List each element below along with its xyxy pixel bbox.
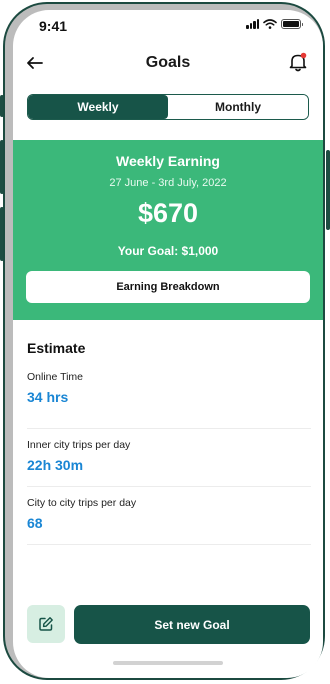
signal-icon [246,19,259,29]
earning-breakdown-button[interactable]: Earning Breakdown [26,271,310,303]
estimate-value: 68 [27,515,43,531]
earning-banner: Weekly Earning 27 June - 3rd July, 2022 … [13,140,323,320]
wifi-icon [263,19,277,29]
edit-icon [39,617,53,631]
phone-frame: 9:41 Goals Weekly Monthly Weekly Earning… [3,2,325,680]
estimate-title: Estimate [27,340,86,356]
app-screen: 9:41 Goals Weekly Monthly Weekly Earning… [13,10,323,678]
estimate-label: Inner city trips per day [27,439,131,451]
set-new-goal-button[interactable]: Set new Goal [74,605,310,644]
estimate-label: City to city trips per day [27,497,137,509]
earning-title: Weekly Earning [115,153,220,169]
period-segmented-control: Weekly Monthly [27,94,309,120]
tab-monthly[interactable]: Monthly [168,95,308,119]
status-bar: 9:41 [13,10,323,42]
estimate-label: Online Time [27,371,84,383]
earning-amount: $670 [137,198,199,228]
estimate-value: 34 hrs [27,389,69,405]
estimate-section: Estimate Online Time 34 hrs Inner city t… [27,340,311,545]
estimate-row-online-time: Online Time 34 hrs [27,371,311,429]
estimate-row-city-to-city: City to city trips per day 68 [27,487,311,545]
bell-icon [289,52,307,72]
earning-date-range: 27 June - 3rd July, 2022 [109,177,227,189]
phone-side-button [326,150,330,230]
footer-actions: Set new Goal [13,605,323,647]
edit-button[interactable] [27,605,65,643]
home-indicator [113,661,223,665]
earning-goal: Your Goal: $1,000 [117,244,219,258]
notification-dot [300,52,307,59]
status-time: 9:41 [39,18,68,34]
estimate-value: 22h 30m [27,457,84,473]
header: Goals [13,48,323,78]
estimate-row-inner-city: Inner city trips per day 22h 30m [27,429,311,487]
battery-icon [281,19,303,29]
status-icons [246,19,303,29]
notifications-button[interactable] [287,51,309,73]
page-title: Goals [145,54,191,71]
tab-weekly[interactable]: Weekly [28,95,168,119]
